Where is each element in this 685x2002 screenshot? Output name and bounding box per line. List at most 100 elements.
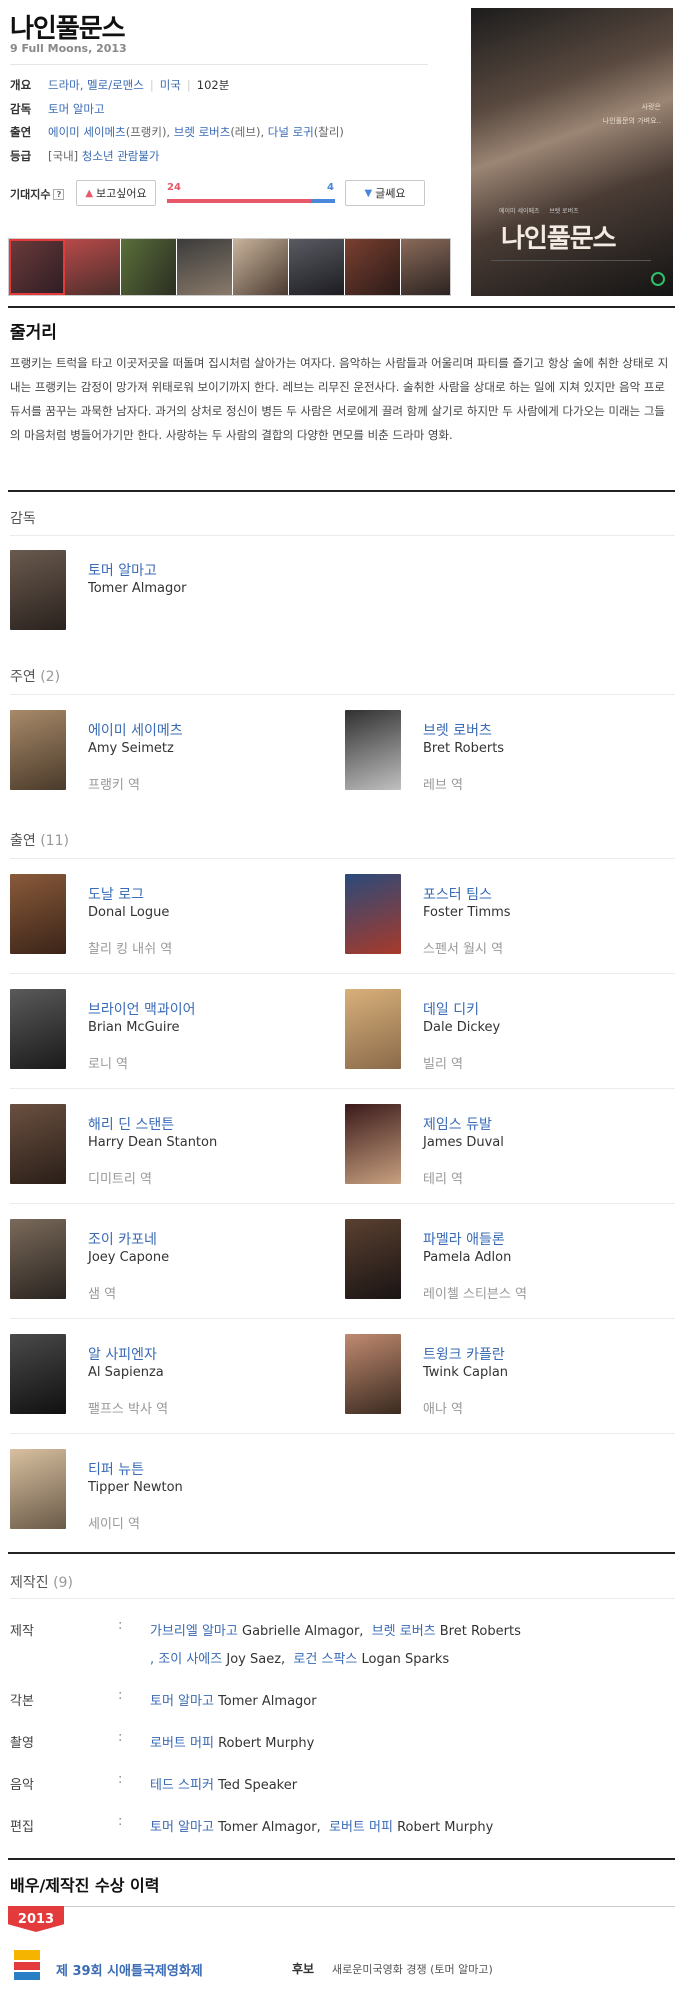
still-thumb[interactable] (289, 239, 345, 295)
person-name-kr[interactable]: 트윙크 카플란 (423, 1344, 505, 1364)
zoom-icon[interactable] (651, 272, 665, 286)
want-gauge-fill (167, 199, 311, 203)
person-name-kr[interactable]: 알 사피엔자 (88, 1344, 157, 1364)
person-photo[interactable] (10, 1449, 66, 1529)
person-photo[interactable] (10, 1104, 66, 1184)
person-name-kr[interactable]: 브라이언 맥과이어 (88, 999, 196, 1019)
crew-colon: : (118, 1814, 123, 1829)
crew-label: 촬영 (10, 1736, 34, 1751)
crew-link[interactable]: 브렛 로버츠 (372, 1624, 436, 1639)
crew-label: 제작 (10, 1624, 34, 1639)
cast-link-1[interactable]: 에이미 세이메츠 (48, 124, 126, 140)
person-photo[interactable] (10, 710, 66, 790)
person-photo[interactable] (10, 989, 66, 1069)
expect-label: 기대지수 (10, 188, 51, 201)
person-name-en: Dale Dickey (423, 1020, 501, 1035)
person-name-kr[interactable]: 데일 디키 (423, 999, 479, 1019)
divider (10, 1598, 675, 1599)
crew-link[interactable]: 토머 알마고 (150, 1694, 214, 1709)
crew-link[interactable]: 로버트 머피 (329, 1820, 393, 1835)
person-photo[interactable] (10, 1334, 66, 1414)
crew-link[interactable]: 로건 스팍스 (293, 1652, 357, 1667)
divider (10, 1318, 675, 1319)
country-link[interactable]: 미국 (160, 77, 181, 93)
want-to-see-button[interactable]: ▲ 보고싶어요 (76, 180, 156, 206)
person-photo[interactable] (345, 1219, 401, 1299)
festival-link[interactable]: 제 39회 시애틀국제영화제 (56, 1960, 203, 1979)
rating-link[interactable]: 청소년 관람불가 (82, 148, 160, 164)
separator: | (186, 78, 191, 92)
cast-link-2[interactable]: 브렛 로버츠 (174, 124, 231, 140)
person-card[interactable]: 파멜라 애들론 Pamela Adlon 레이첼 스티븐스 역 (345, 1219, 665, 1302)
person-photo[interactable] (345, 1104, 401, 1184)
person-role: 테리 역 (423, 1172, 464, 1187)
person-name-kr[interactable]: 해리 딘 스탠튼 (88, 1114, 174, 1134)
person-role: 프랭키 역 (88, 778, 140, 793)
still-thumb[interactable] (121, 239, 177, 295)
person-card[interactable]: 포스터 팀스 Foster Timms 스펜서 월시 역 (345, 874, 665, 957)
not-sure-button[interactable]: ▼ 글쎄요 (345, 180, 425, 206)
director-link[interactable]: 토머 알마고 (48, 101, 105, 117)
person-card[interactable]: 조이 카포네 Joey Capone 샘 역 (10, 1219, 330, 1302)
person-role: 샘 역 (88, 1287, 117, 1302)
cast-link-3[interactable]: 다널 로귀 (268, 124, 314, 140)
person-name-kr[interactable]: 파멜라 애들론 (423, 1229, 505, 1249)
still-thumb[interactable] (233, 239, 289, 295)
person-name-en: Bret Roberts (423, 741, 505, 756)
person-role: 디미트리 역 (88, 1172, 152, 1187)
person-photo[interactable] (345, 989, 401, 1069)
genre-link[interactable]: 드라마, 멜로/로맨스 (48, 77, 144, 93)
person-photo[interactable] (10, 1219, 66, 1299)
person-card[interactable]: 해리 딘 스탠튼 Harry Dean Stanton 디미트리 역 (10, 1104, 330, 1187)
person-card[interactable]: 티퍼 뉴튼 Tipper Newton 세이디 역 (10, 1449, 330, 1532)
person-name-kr[interactable]: 브렛 로버츠 (423, 720, 492, 740)
director-card[interactable]: 토머 알마고 Tomer Almagor (10, 550, 330, 630)
person-name-kr[interactable]: 토머 알마고 (88, 560, 157, 580)
cast-role-2: (레브), (230, 125, 265, 139)
crew-link[interactable]: 조이 사에즈 (158, 1652, 222, 1667)
person-photo[interactable] (345, 874, 401, 954)
person-card[interactable]: 에이미 세이메츠 Amy Seimetz 프랭키 역 (10, 710, 330, 793)
person-card[interactable]: 브렛 로버츠 Bret Roberts 레브 역 (345, 710, 665, 793)
runtime: 102분 (196, 78, 230, 92)
crew-link[interactable]: 테드 스피커 (150, 1778, 214, 1793)
person-card[interactable]: 트윙크 카플란 Twink Caplan 애나 역 (345, 1334, 665, 1417)
director-row: 감독 토머 알마고 (10, 101, 105, 117)
stills-strip[interactable] (8, 238, 451, 296)
person-name-kr[interactable]: 에이미 세이메츠 (88, 720, 183, 740)
still-thumb[interactable] (9, 239, 65, 295)
person-card[interactable]: 제임스 듀발 James Duval 테리 역 (345, 1104, 665, 1187)
person-photo[interactable] (345, 710, 401, 790)
person-name-kr[interactable]: 포스터 팀스 (423, 884, 492, 904)
award-detail: 새로운미국영화 경쟁 (토머 알마고) (332, 1963, 493, 1976)
crew-link[interactable]: 가브리엘 알마고 (150, 1624, 238, 1639)
movie-poster[interactable]: 사랑은 나인풀문의 가벼요.. 에이미 세이메츠 브렛 로버츠 나인풀문스 (471, 8, 673, 296)
still-thumb[interactable] (65, 239, 121, 295)
divider (8, 1858, 675, 1860)
crew-music: 테드 스피커 Ted Speaker (150, 1778, 298, 1793)
poster-billing (491, 260, 651, 270)
person-name-en: Brian McGuire (88, 1020, 180, 1035)
person-card[interactable]: 도날 로그 Donal Logue 찰리 킹 내쉬 역 (10, 874, 330, 957)
divider (8, 1552, 675, 1554)
still-thumb[interactable] (345, 239, 401, 295)
crew-link[interactable]: 로버트 머피 (150, 1736, 214, 1751)
still-thumb[interactable] (177, 239, 233, 295)
person-card[interactable]: 알 사피엔자 Al Sapienza 팰프스 박사 역 (10, 1334, 330, 1417)
person-role: 스펜서 월시 역 (423, 942, 504, 957)
person-card[interactable]: 데일 디키 Dale Dickey 빌리 역 (345, 989, 665, 1072)
person-name-kr[interactable]: 도날 로그 (88, 884, 144, 904)
person-photo[interactable] (10, 874, 66, 954)
help-icon[interactable]: ? (53, 188, 65, 200)
person-name-kr[interactable]: 제임스 듀발 (423, 1114, 492, 1134)
still-thumb[interactable] (401, 239, 450, 295)
person-name-kr[interactable]: 티퍼 뉴튼 (88, 1459, 144, 1479)
person-photo[interactable] (345, 1334, 401, 1414)
synopsis-text: 프랭키는 트럭을 타고 이곳저곳을 떠돌며 집시처럼 살아가는 여자다. 음악하… (10, 356, 669, 442)
person-name-kr[interactable]: 조이 카포네 (88, 1229, 157, 1249)
person-photo[interactable] (10, 550, 66, 630)
person-card[interactable]: 브라이언 맥과이어 Brian McGuire 로니 역 (10, 989, 330, 1072)
crew-link[interactable]: 토머 알마고 (150, 1820, 214, 1835)
divider (10, 694, 675, 695)
person-name-en: Twink Caplan (423, 1365, 509, 1380)
